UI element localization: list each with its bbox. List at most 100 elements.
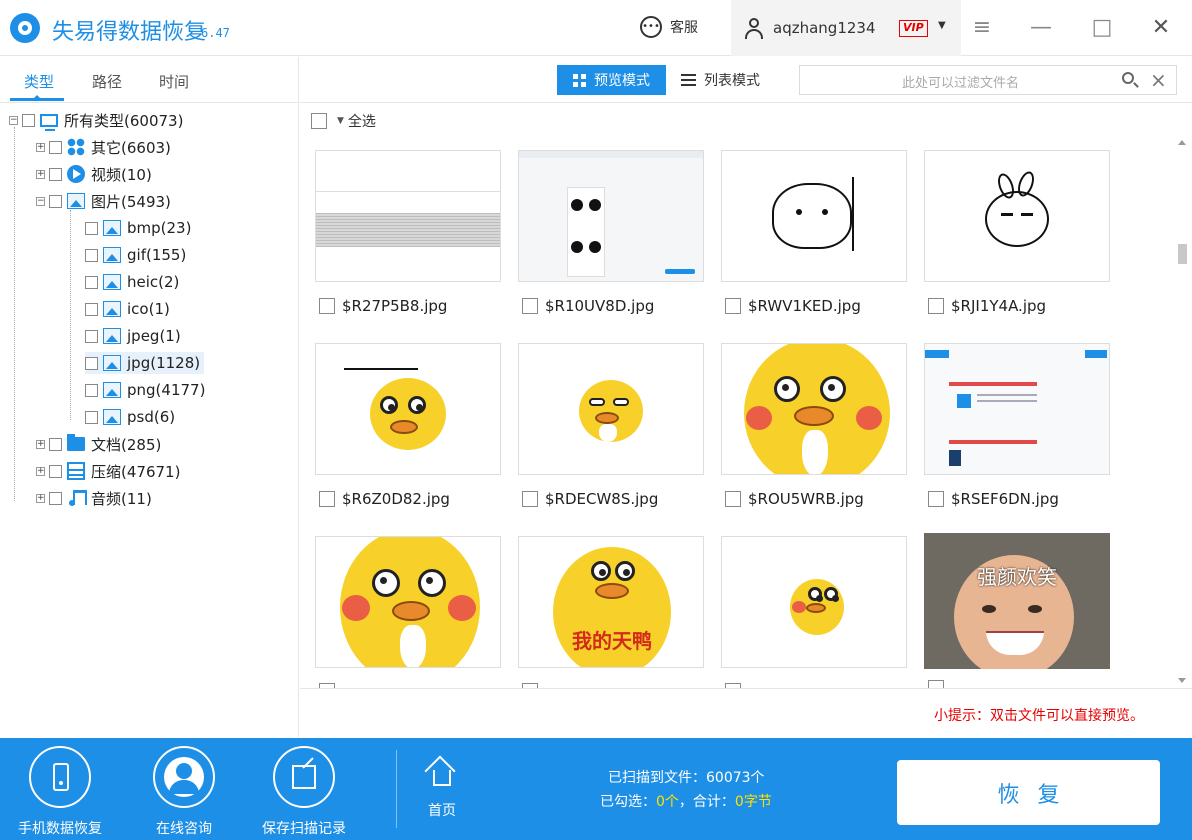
menu-button[interactable]: ≡ bbox=[967, 14, 997, 44]
tree-node-psd[interactable]: psd(6) bbox=[85, 406, 175, 428]
tree-node-image[interactable]: − 图片(5493) bbox=[36, 190, 171, 212]
customer-service-button[interactable]: ••• 客服 bbox=[640, 16, 698, 38]
file-card[interactable]: $ROU5WRB.jpg bbox=[721, 343, 907, 508]
filename-filter-input[interactable]: 此处可以过滤文件名 × bbox=[799, 65, 1177, 95]
clear-icon[interactable]: × bbox=[1150, 68, 1167, 92]
file-name[interactable]: $R27P5B8.jpg bbox=[319, 297, 447, 315]
tree-node-archive[interactable]: + 压缩(47671) bbox=[36, 460, 180, 482]
tree-node-audio[interactable]: + 音频(11) bbox=[36, 487, 152, 509]
file-thumbnail[interactable] bbox=[721, 536, 907, 668]
tree-node-other[interactable]: + 其它(6603) bbox=[36, 136, 171, 158]
caret-down-icon[interactable]: ▼ bbox=[938, 20, 946, 31]
expand-icon[interactable]: + bbox=[36, 466, 45, 476]
file-thumbnail[interactable] bbox=[518, 343, 704, 475]
file-thumbnail[interactable] bbox=[721, 150, 907, 282]
tree-checkbox[interactable] bbox=[49, 437, 62, 451]
tree-checkbox[interactable] bbox=[85, 410, 98, 424]
tree-checkbox[interactable] bbox=[49, 194, 62, 208]
collapse-icon[interactable]: − bbox=[36, 196, 45, 206]
tree-node-docs[interactable]: + 文档(285) bbox=[36, 433, 161, 455]
expand-icon[interactable]: + bbox=[36, 142, 45, 152]
file-name[interactable]: $RWV1KED.jpg bbox=[725, 297, 861, 315]
file-checkbox[interactable] bbox=[928, 298, 944, 314]
tree-checkbox[interactable] bbox=[22, 113, 35, 127]
scrollbar-thumb[interactable] bbox=[1178, 244, 1187, 264]
file-name[interactable]: $R10UV8D.jpg bbox=[522, 297, 654, 315]
tree-checkbox[interactable] bbox=[49, 464, 62, 478]
tree-checkbox[interactable] bbox=[85, 302, 98, 316]
preview-mode-button[interactable]: 预览模式 bbox=[557, 65, 666, 95]
file-thumbnail[interactable] bbox=[924, 150, 1110, 282]
file-name[interactable]: $RSEF6DN.jpg bbox=[928, 490, 1059, 508]
minimize-button[interactable]: — bbox=[1026, 14, 1056, 44]
tree-checkbox[interactable] bbox=[85, 383, 98, 397]
file-name[interactable]: $RJI1Y4A.jpg bbox=[928, 297, 1046, 315]
tree-node-jpg[interactable]: jpg(1128) bbox=[85, 352, 205, 374]
file-name[interactable] bbox=[928, 680, 951, 688]
file-checkbox[interactable] bbox=[725, 298, 741, 314]
file-thumbnail[interactable]: 我的天鸭 bbox=[518, 536, 704, 668]
tree-checkbox[interactable] bbox=[49, 491, 62, 505]
select-all-checkbox[interactable] bbox=[311, 113, 327, 129]
file-checkbox[interactable] bbox=[928, 680, 944, 688]
tab-type[interactable]: 类型 bbox=[24, 71, 54, 92]
file-checkbox[interactable] bbox=[319, 298, 335, 314]
list-mode-button[interactable]: 列表模式 bbox=[681, 65, 781, 95]
file-checkbox[interactable] bbox=[928, 491, 944, 507]
file-thumbnail[interactable] bbox=[924, 343, 1110, 475]
file-checkbox[interactable] bbox=[522, 298, 538, 314]
caret-down-icon[interactable]: ▼ bbox=[337, 116, 344, 126]
tree-node-gif[interactable]: gif(155) bbox=[85, 244, 186, 266]
tree-checkbox[interactable] bbox=[85, 275, 98, 289]
file-thumbnail[interactable] bbox=[315, 150, 501, 282]
file-name[interactable]: $R6Z0D82.jpg bbox=[319, 490, 450, 508]
tab-path[interactable]: 路径 bbox=[92, 71, 122, 92]
tree-node-bmp[interactable]: bmp(23) bbox=[85, 217, 191, 239]
scroll-up-arrow-icon[interactable] bbox=[1178, 140, 1186, 145]
recover-button[interactable]: 恢复 bbox=[897, 760, 1160, 825]
file-checkbox[interactable] bbox=[725, 491, 741, 507]
tree-node-all[interactable]: − 所有类型(60073) bbox=[9, 109, 183, 131]
scroll-down-arrow-icon[interactable] bbox=[1178, 678, 1186, 683]
tree-checkbox[interactable] bbox=[85, 329, 98, 343]
tree-node-video[interactable]: + 视频(10) bbox=[36, 163, 152, 185]
expand-icon[interactable]: + bbox=[36, 439, 45, 449]
tree-checkbox[interactable] bbox=[85, 221, 98, 235]
file-card[interactable]: $RWV1KED.jpg bbox=[721, 150, 907, 315]
maximize-button[interactable]: □ bbox=[1087, 14, 1117, 44]
search-icon[interactable] bbox=[1122, 72, 1134, 84]
phone-recovery-button[interactable]: 手机数据恢复 bbox=[6, 746, 114, 838]
expand-icon[interactable]: + bbox=[36, 169, 45, 179]
file-card[interactable]: $RDECW8S.jpg bbox=[518, 343, 704, 508]
user-account-menu[interactable]: aqzhang1234 VIP ▼ bbox=[731, 0, 961, 56]
tree-checkbox[interactable] bbox=[85, 356, 98, 370]
file-card[interactable]: 我的天鸭 bbox=[518, 536, 704, 688]
tree-node-ico[interactable]: ico(1) bbox=[85, 298, 170, 320]
file-card[interactable]: $RSEF6DN.jpg bbox=[924, 343, 1110, 508]
tree-node-jpeg[interactable]: jpeg(1) bbox=[85, 325, 181, 347]
file-thumbnail[interactable]: 强颜欢笑 bbox=[924, 533, 1110, 669]
file-thumbnail[interactable] bbox=[315, 536, 501, 668]
file-card[interactable]: $R6Z0D82.jpg bbox=[315, 343, 501, 508]
tree-checkbox[interactable] bbox=[85, 248, 98, 262]
select-all[interactable]: ▼ 全选 bbox=[311, 110, 376, 132]
close-button[interactable]: ✕ bbox=[1146, 14, 1176, 44]
file-card[interactable] bbox=[315, 536, 501, 688]
file-card[interactable]: $R10UV8D.jpg bbox=[518, 150, 704, 315]
file-thumbnail[interactable] bbox=[518, 150, 704, 282]
file-checkbox[interactable] bbox=[319, 491, 335, 507]
file-thumbnail[interactable] bbox=[721, 343, 907, 475]
expand-icon[interactable]: + bbox=[36, 493, 45, 503]
tree-node-heic[interactable]: heic(2) bbox=[85, 271, 179, 293]
file-thumbnail[interactable] bbox=[315, 343, 501, 475]
save-scan-record-button[interactable]: 保存扫描记录 bbox=[250, 746, 358, 838]
file-card[interactable]: $R27P5B8.jpg bbox=[315, 150, 501, 315]
file-card[interactable] bbox=[721, 536, 907, 688]
home-button[interactable]: 首页 bbox=[418, 755, 466, 820]
collapse-icon[interactable]: − bbox=[9, 115, 18, 125]
file-name[interactable]: $RDECW8S.jpg bbox=[522, 490, 658, 508]
file-name[interactable]: $ROU5WRB.jpg bbox=[725, 490, 864, 508]
tree-checkbox[interactable] bbox=[49, 167, 62, 181]
tree-node-png[interactable]: png(4177) bbox=[85, 379, 205, 401]
file-checkbox[interactable] bbox=[522, 491, 538, 507]
